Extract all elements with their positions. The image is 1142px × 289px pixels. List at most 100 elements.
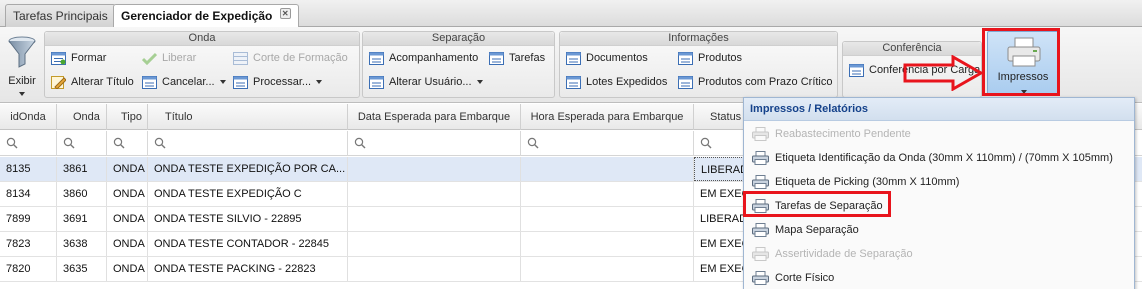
- cell-tipo: ONDA: [107, 257, 148, 281]
- ribbon-group-informacoes: Informações Documentos Produtos Lotes Ex…: [559, 31, 838, 98]
- alterar-usuario-label: Alterar Usuário...: [389, 76, 472, 88]
- cell-tipo: ONDA: [107, 232, 148, 256]
- documentos-button[interactable]: Documentos: [566, 50, 648, 67]
- menu-item-corte-fisico[interactable]: Corte Físico: [745, 266, 834, 289]
- cell-titulo: ONDA TESTE PACKING - 22823: [148, 257, 348, 281]
- alterar-titulo-label: Alterar Título: [71, 76, 134, 88]
- menu-item-etiqueta-identificacao[interactable]: Etiqueta Identificação da Onda (30mm X 1…: [745, 146, 1113, 170]
- table-icon: [566, 52, 581, 65]
- formar-label: Formar: [71, 52, 107, 64]
- menu-item-label: Reabastecimento Pendente: [775, 128, 911, 140]
- cell-data-embarque: [348, 257, 521, 281]
- column-header-titulo[interactable]: Título: [148, 104, 348, 130]
- group-title: Separação: [363, 32, 554, 46]
- menu-item-etiqueta-picking[interactable]: Etiqueta de Picking (30mm X 110mm): [745, 170, 959, 194]
- chevron-down-icon: [476, 80, 483, 85]
- menu-item-label: Etiqueta de Picking (30mm X 110mm): [775, 176, 960, 188]
- lotes-expedidos-label: Lotes Expedidos: [586, 76, 668, 88]
- tarefas-label: Tarefas: [509, 52, 546, 64]
- filter-tipo[interactable]: [107, 131, 148, 156]
- search-icon: [527, 137, 539, 149]
- cell-hora-embarque: [521, 182, 694, 206]
- search-icon: [700, 137, 712, 149]
- table-icon: [849, 64, 864, 77]
- tab-tarefas-principais[interactable]: Tarefas Principais: [5, 4, 116, 27]
- ribbon-group-separacao: Separação Acompanhamento Tarefas Alterar…: [362, 31, 555, 98]
- cell-titulo: ONDA TESTE EXPEDIÇÃO C: [148, 182, 348, 206]
- impressos-button[interactable]: Impressos: [987, 31, 1059, 96]
- cell-hora-embarque: [521, 207, 694, 231]
- menu-item-reabastecimento-pendente[interactable]: Reabastecimento Pendente: [745, 122, 911, 146]
- column-header-data-embarque[interactable]: Data Esperada para Embarque: [348, 104, 521, 130]
- cancelar-label: Cancelar...: [162, 76, 215, 88]
- printer-icon: [752, 175, 769, 189]
- menu-item-assertividade-separacao[interactable]: Assertividade de Separação: [745, 242, 913, 266]
- exibir-button[interactable]: Exibir: [4, 33, 40, 96]
- cell-hora-embarque: [521, 157, 694, 181]
- tarefas-button[interactable]: Tarefas: [489, 50, 545, 67]
- group-title: Informações: [560, 32, 837, 46]
- search-icon: [354, 137, 366, 149]
- produtos-label: Produtos: [698, 52, 743, 64]
- menu-item-mapa-separacao[interactable]: Mapa Separação: [745, 218, 859, 242]
- cell-titulo: ONDA TESTE SILVIO - 22895: [148, 207, 348, 231]
- filter-hora-embarque[interactable]: [521, 131, 694, 156]
- cell-data-embarque: [348, 207, 521, 231]
- table-icon: [678, 76, 693, 89]
- corte-formacao-button[interactable]: Corte de Formação: [233, 50, 348, 67]
- produtos-prazo-critico-button[interactable]: Produtos com Prazo Crítico: [678, 74, 833, 91]
- column-header-onda[interactable]: Onda: [57, 104, 107, 130]
- close-icon[interactable]: ✕: [279, 8, 291, 19]
- acompanhamento-label: Acompanhamento: [389, 52, 479, 64]
- column-header-hora-embarque[interactable]: Hora Esperada para Embarque: [521, 104, 694, 130]
- produtos-button[interactable]: Produtos: [678, 50, 742, 67]
- table-icon: [233, 76, 248, 89]
- cell-tipo: ONDA: [107, 207, 148, 231]
- processar-button[interactable]: Processar...: [233, 74, 323, 91]
- documentos-label: Documentos: [586, 52, 648, 64]
- menu-item-label: Corte Físico: [775, 272, 835, 284]
- formar-button[interactable]: Formar: [51, 50, 106, 67]
- cell-idonda: 8134: [0, 182, 57, 206]
- tab-bar: Tarefas Principais Gerenciador de Expedi…: [0, 0, 1142, 28]
- cell-data-embarque: [348, 232, 521, 256]
- table-icon: [233, 52, 248, 65]
- cell-data-embarque: [348, 157, 521, 181]
- cell-data-embarque: [348, 182, 521, 206]
- menu-item-label: Mapa Separação: [775, 224, 859, 236]
- cell-hora-embarque: [521, 232, 694, 256]
- checkmark-icon: [142, 52, 157, 65]
- search-icon: [63, 137, 75, 149]
- liberar-button[interactable]: Liberar: [142, 50, 196, 67]
- acompanhamento-button[interactable]: Acompanhamento: [369, 50, 478, 67]
- search-icon: [113, 137, 125, 149]
- printer-icon: [752, 247, 769, 261]
- cell-onda: 3635: [57, 257, 107, 281]
- alterar-usuario-button[interactable]: Alterar Usuário...: [369, 74, 483, 91]
- cell-onda: 3638: [57, 232, 107, 256]
- filter-onda[interactable]: [57, 131, 107, 156]
- lotes-expedidos-button[interactable]: Lotes Expedidos: [566, 74, 667, 91]
- cancelar-button[interactable]: Cancelar...: [142, 74, 226, 91]
- produtos-prazo-critico-label: Produtos com Prazo Crítico: [698, 76, 833, 88]
- filter-idonda[interactable]: [0, 131, 57, 156]
- alterar-titulo-button[interactable]: Alterar Título: [51, 74, 134, 91]
- processar-label: Processar...: [253, 76, 312, 88]
- edit-pencil-icon: [51, 76, 66, 89]
- column-header-tipo[interactable]: Tipo: [107, 104, 148, 130]
- menu-item-tarefas-separacao[interactable]: Tarefas de Separação: [745, 194, 883, 218]
- impressos-label: Impressos: [997, 71, 1049, 83]
- tab-gerenciador-expedicao[interactable]: Gerenciador de Expedição ✕: [113, 4, 299, 28]
- corte-formacao-label: Corte de Formação: [253, 52, 348, 64]
- table-icon: [369, 52, 384, 65]
- table-icon: [678, 52, 693, 65]
- chevron-down-icon: [219, 80, 226, 85]
- cell-onda: 3861: [57, 157, 107, 181]
- filter-titulo[interactable]: [148, 131, 348, 156]
- cell-onda: 3860: [57, 182, 107, 206]
- column-header-idonda[interactable]: idOnda: [0, 104, 57, 130]
- filter-data-embarque[interactable]: [348, 131, 521, 156]
- liberar-label: Liberar: [162, 52, 197, 64]
- exibir-label: Exibir: [8, 75, 36, 87]
- ribbon-group-onda: Onda Formar Liberar Corte de Formação Al…: [44, 31, 360, 98]
